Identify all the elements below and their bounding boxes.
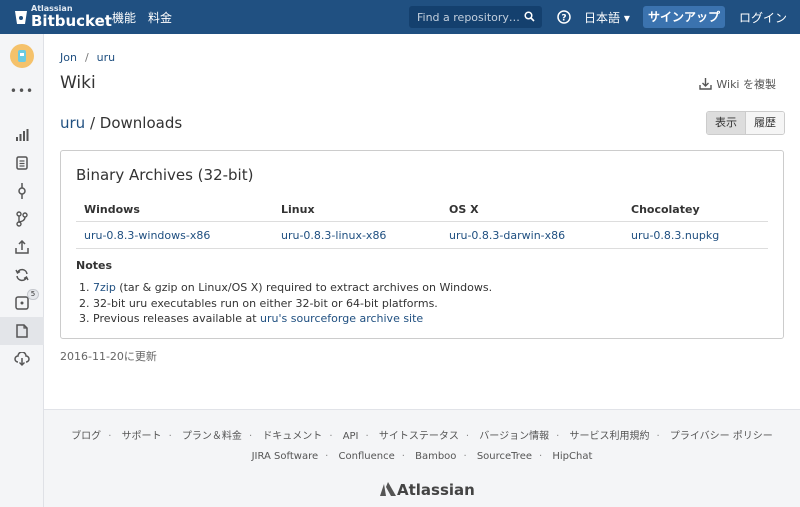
table-divider xyxy=(76,221,768,222)
view-button[interactable]: 表示 xyxy=(707,112,745,134)
sourceforge-link[interactable]: uru's sourceforge archive site xyxy=(260,312,423,325)
footer-product-link[interactable]: Confluence xyxy=(339,451,395,462)
table-divider xyxy=(76,248,768,249)
commit-icon xyxy=(18,183,26,199)
notes-list: 7zip (tar & gzip on Linux/OS X) required… xyxy=(93,280,492,327)
footer: ブログ · サポート · プラン＆料金 · ドキュメント · API · サイトステータス… xyxy=(44,409,800,507)
footer-link[interactable]: サイトステータス xyxy=(379,431,459,442)
download-link-windows[interactable]: uru-0.8.3-windows-x86 xyxy=(84,229,210,242)
table-header: OS X xyxy=(449,203,479,216)
svg-text:?: ? xyxy=(561,14,566,24)
sidebar-item-wiki[interactable] xyxy=(0,317,44,345)
top-navigation-bar: Atlassian Bitbucket 機能 料金 ? 日本語 ▾ サインアップ… xyxy=(0,0,800,34)
document-icon xyxy=(16,156,28,170)
table-header: Linux xyxy=(281,203,315,216)
footer-link[interactable]: サービス利用規約 xyxy=(569,431,649,442)
sync-icon xyxy=(15,268,29,282)
download-link-osx[interactable]: uru-0.8.3-darwin-x86 xyxy=(449,229,565,242)
footer-link[interactable]: プラン＆料金 xyxy=(182,431,242,442)
breadcrumb-repo[interactable]: uru xyxy=(97,51,115,64)
footer-links: ブログ · サポート · プラン＆料金 · ドキュメント · API · サイトステータス… xyxy=(71,431,773,442)
footer-link[interactable]: サポート xyxy=(122,431,162,442)
cloud-download-icon xyxy=(14,352,30,366)
search-input[interactable] xyxy=(409,6,519,28)
atlassian-logo[interactable]: Atlassian xyxy=(379,481,475,499)
table-header: Chocolatey xyxy=(631,203,700,216)
last-updated: 2016-11-20に更新 xyxy=(60,350,157,363)
more-actions-button[interactable]: ••• xyxy=(0,77,44,105)
breadcrumb-owner[interactable]: Jon xyxy=(60,51,77,64)
sidebar-item-overview[interactable] xyxy=(0,121,44,149)
download-link-linux[interactable]: uru-0.8.3-linux-x86 xyxy=(281,229,386,242)
sidebar-item-commits[interactable] xyxy=(0,177,44,205)
bitbucket-label: Bitbucket xyxy=(31,12,112,30)
sidebar-item-source[interactable] xyxy=(0,149,44,177)
footer-products: JIRA Software · Confluence · Bamboo · Sourc… xyxy=(251,451,593,462)
wiki-content-card: Binary Archives (32-bit) Windows Linux O… xyxy=(60,150,784,339)
sidebar-item-downloads[interactable] xyxy=(0,345,44,373)
issues-count-badge: 5 xyxy=(27,289,39,300)
footer-link[interactable]: API xyxy=(343,431,359,442)
clone-wiki-label: Wiki を複製 xyxy=(716,78,776,91)
view-toggle: 表示 履歴 xyxy=(706,111,785,135)
login-link[interactable]: ログイン xyxy=(739,9,787,26)
signup-button[interactable]: サインアップ xyxy=(643,6,725,28)
footer-product-link[interactable]: HipChat xyxy=(552,451,592,462)
issue-icon xyxy=(15,296,29,310)
sidebar-item-pipelines[interactable] xyxy=(0,261,44,289)
download-icon xyxy=(699,78,713,90)
sidebar-item-issues[interactable]: 5 xyxy=(0,289,44,317)
footer-link[interactable]: プライバシー ポリシー xyxy=(670,431,773,442)
nav-pricing[interactable]: 料金 xyxy=(148,9,172,26)
language-selector[interactable]: 日本語 ▾ xyxy=(584,9,630,26)
footer-product-link[interactable]: Bamboo xyxy=(415,451,456,462)
upload-tray-icon xyxy=(15,240,29,254)
list-item: 7zip (tar & gzip on Linux/OS X) required… xyxy=(93,280,492,296)
footer-link[interactable]: バージョン情報 xyxy=(479,431,549,442)
page-name: / Downloads xyxy=(85,114,183,132)
footer-product-link[interactable]: SourceTree xyxy=(477,451,532,462)
bitbucket-bucket-icon xyxy=(15,11,27,24)
branch-icon xyxy=(16,211,28,227)
wiki-page-path: uru / Downloads xyxy=(60,114,182,132)
search-icon[interactable] xyxy=(524,11,535,22)
list-item: 32-bit uru executables run on either 32-… xyxy=(93,296,492,312)
help-icon[interactable]: ? xyxy=(557,10,571,24)
wiki-page-icon xyxy=(16,324,28,338)
download-link-chocolatey[interactable]: uru-0.8.3.nupkg xyxy=(631,229,719,242)
bar-chart-icon xyxy=(16,129,29,141)
section-heading: Binary Archives (32-bit) xyxy=(76,166,254,184)
breadcrumb: Jon / uru xyxy=(60,51,116,64)
footer-link[interactable]: ドキュメント xyxy=(262,431,322,442)
sidebar-item-branches[interactable] xyxy=(0,205,44,233)
repository-search xyxy=(409,6,542,28)
repo-link[interactable]: uru xyxy=(60,114,85,132)
atlassian-wordmark: Atlassian xyxy=(397,481,475,499)
table-header: Windows xyxy=(84,203,140,216)
history-button[interactable]: 履歴 xyxy=(745,112,784,134)
sidebar-item-pull-requests[interactable] xyxy=(0,233,44,261)
repo-avatar-icon xyxy=(18,50,26,62)
footer-product-link[interactable]: JIRA Software xyxy=(252,451,319,462)
footer-link[interactable]: ブログ xyxy=(71,431,101,442)
clone-wiki-button[interactable]: Wiki を複製 xyxy=(699,76,776,92)
sidebar: ••• 5 xyxy=(0,34,44,507)
7zip-link[interactable]: 7zip xyxy=(93,281,116,294)
bitbucket-logo[interactable]: Atlassian Bitbucket xyxy=(14,3,112,31)
nav-features[interactable]: 機能 xyxy=(112,9,136,26)
repository-avatar[interactable] xyxy=(10,44,34,68)
main-content: Jon / uru Wiki Wiki を複製 uru / Downloads 表示… xyxy=(44,34,800,507)
atlassian-mark-icon xyxy=(380,482,396,496)
notes-heading: Notes xyxy=(76,259,113,272)
page-title: Wiki xyxy=(60,73,96,93)
list-item: Previous releases available at uru's sou… xyxy=(93,311,492,327)
